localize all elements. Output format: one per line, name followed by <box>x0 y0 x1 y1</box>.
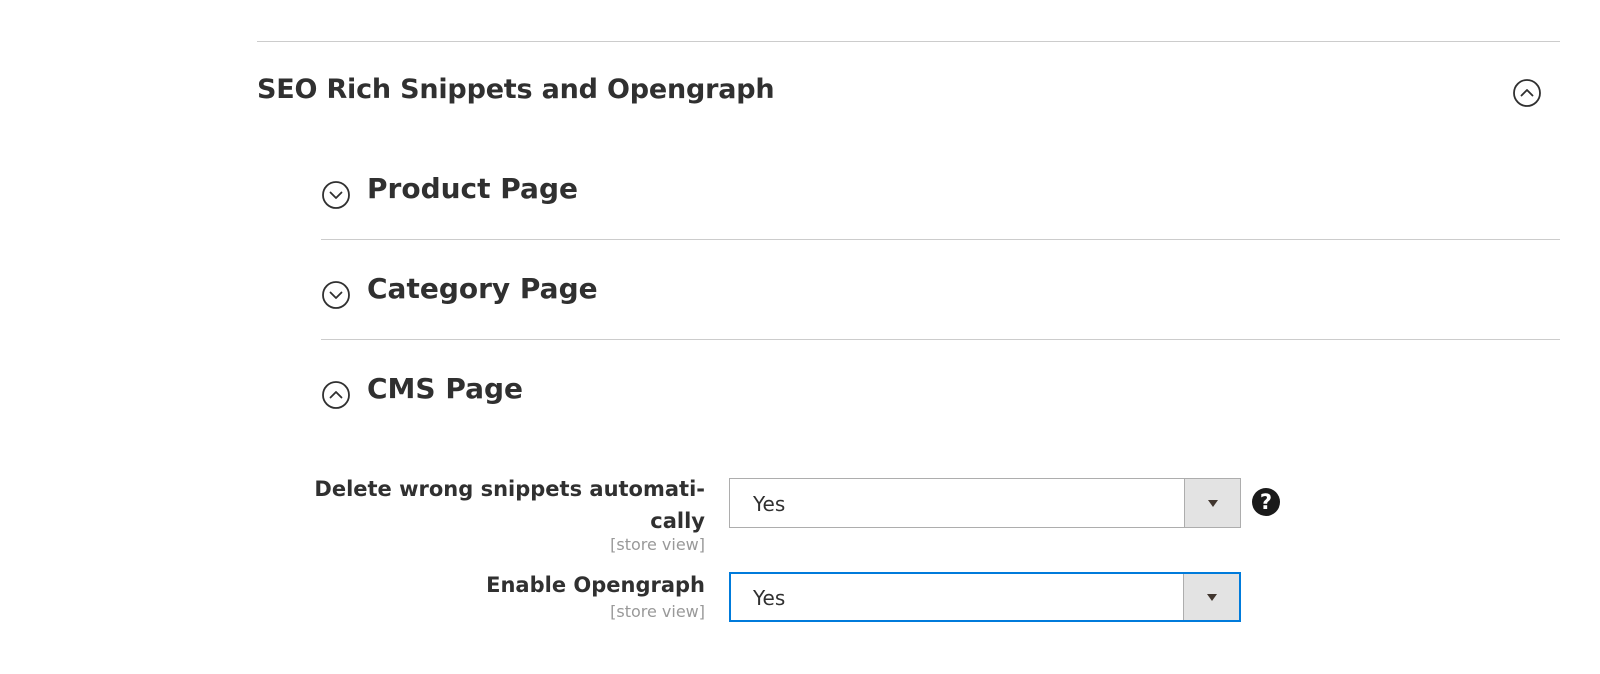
chevron-down-circle-icon[interactable] <box>321 280 351 310</box>
section-top-divider <box>257 41 1560 42</box>
field-label-line: Enable Opengraph <box>486 573 705 597</box>
group-title-cms-page: CMS Page <box>367 372 524 405</box>
config-page: SEO Rich Snippets and Opengraph Product … <box>0 0 1600 674</box>
caret-down-icon <box>1207 500 1218 507</box>
group-title-category-page: Category Page <box>367 272 598 305</box>
group-title-product-page: Product Page <box>367 172 578 205</box>
chevron-up-circle-icon[interactable] <box>1512 78 1542 108</box>
chevron-up-circle-icon[interactable] <box>321 380 351 410</box>
section-header-seo-rich-snippets[interactable]: SEO Rich Snippets and Opengraph <box>257 68 1560 114</box>
field-label-enable-opengraph: Enable Opengraph <box>486 569 705 601</box>
select-arrow-button[interactable] <box>1183 574 1239 620</box>
field-label-line: Delete wrong snippets automati- <box>314 477 705 501</box>
field-label-line: cally <box>650 509 705 533</box>
select-value: Yes <box>753 586 786 610</box>
group-divider <box>321 339 1560 340</box>
group-header-cms-page[interactable]: CMS Page <box>321 370 1560 416</box>
enable-opengraph-select[interactable]: Yes <box>729 572 1241 622</box>
select-value: Yes <box>753 492 786 516</box>
section-title: SEO Rich Snippets and Opengraph <box>257 74 775 105</box>
select-arrow-button[interactable] <box>1184 479 1240 527</box>
question-circle-icon[interactable]: ? <box>1252 488 1280 516</box>
scope-label: [store view] <box>610 535 705 554</box>
delete-wrong-snippets-select[interactable]: Yes <box>729 478 1241 528</box>
caret-down-icon <box>1206 594 1217 601</box>
group-divider <box>321 239 1560 240</box>
group-header-category-page[interactable]: Category Page <box>321 270 1560 316</box>
group-header-product-page[interactable]: Product Page <box>321 170 1560 216</box>
field-label-delete-wrong-snippets: Delete wrong snippets automati- cally <box>314 473 705 537</box>
chevron-down-circle-icon[interactable] <box>321 180 351 210</box>
scope-label: [store view] <box>610 602 705 621</box>
